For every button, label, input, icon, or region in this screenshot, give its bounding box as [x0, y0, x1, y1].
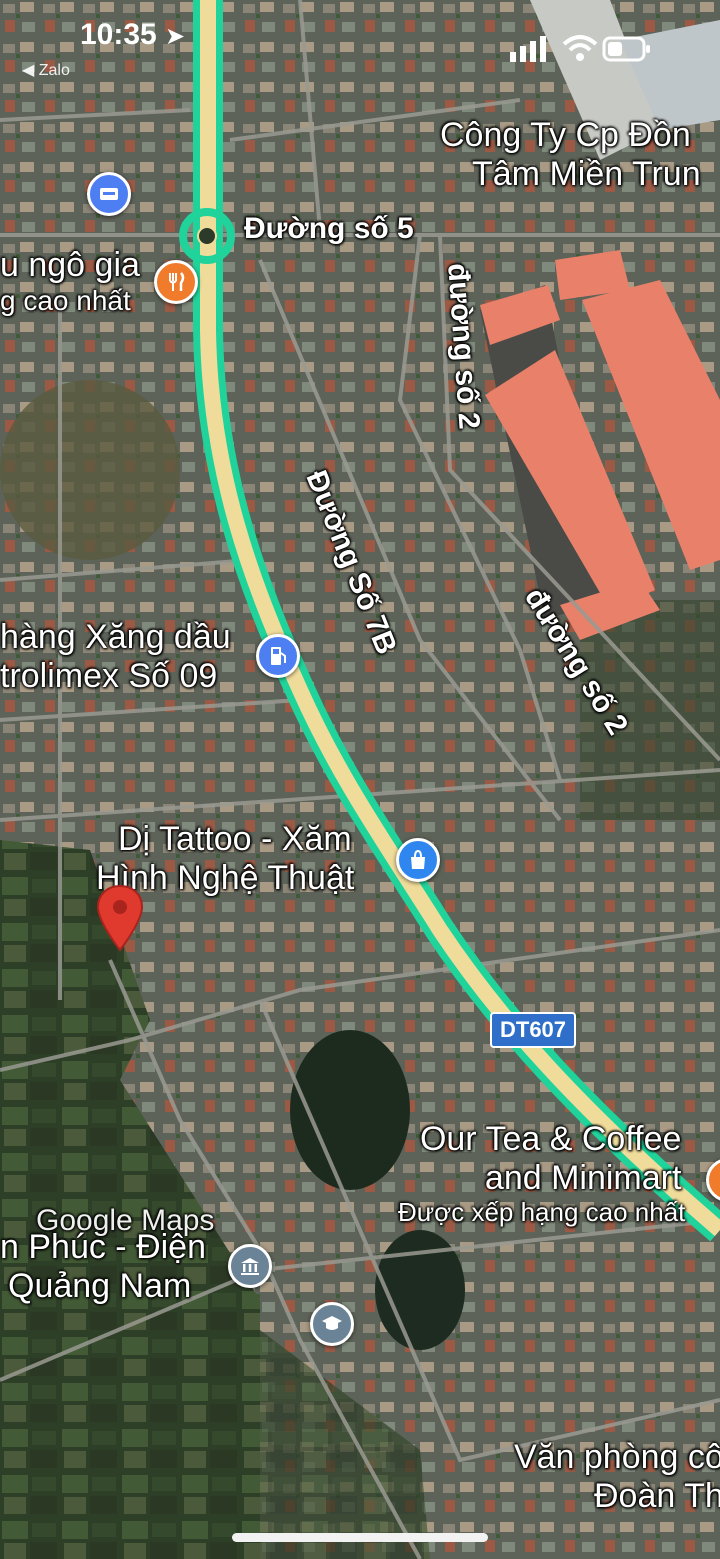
office-label[interactable]: Văn phòng cô Đoàn Th: [490, 1438, 720, 1516]
museum-pin-icon[interactable]: [228, 1244, 272, 1288]
restaurant-label[interactable]: u ngô gia g cao nhất: [0, 246, 140, 317]
school-pin-icon[interactable]: [310, 1302, 354, 1346]
company-label[interactable]: Công Ty Cp Đồn Tâm Miền Trun: [440, 116, 701, 194]
google-maps-watermark: Google Maps: [36, 1204, 215, 1237]
signal-icon: [510, 36, 548, 67]
location-arrow-icon: ➤: [165, 23, 186, 50]
dropped-location-pin[interactable]: [96, 884, 144, 954]
highway-shield: DT607: [490, 1012, 577, 1048]
tea-shop-label[interactable]: Our Tea & Coffee and Minimart Được xếp h…: [398, 1120, 685, 1228]
battery-icon: [602, 36, 652, 67]
restaurant-pin-icon[interactable]: [154, 260, 198, 304]
gas-station-label[interactable]: hàng Xăng dầu trolimex Số 09: [0, 618, 231, 696]
status-time: 10:35: [80, 18, 157, 51]
back-to-app-link[interactable]: ◀ Zalo: [22, 60, 70, 80]
road-label-5: Đường số 5: [244, 212, 414, 245]
home-indicator[interactable]: [232, 1533, 488, 1542]
atm-pin-icon[interactable]: [87, 172, 131, 216]
hall-label[interactable]: n Phúc - Điện Quảng Nam: [0, 1228, 206, 1306]
gas-station-pin-icon[interactable]: [256, 634, 300, 678]
shopping-pin-icon[interactable]: [396, 838, 440, 882]
wifi-icon: [562, 34, 598, 67]
